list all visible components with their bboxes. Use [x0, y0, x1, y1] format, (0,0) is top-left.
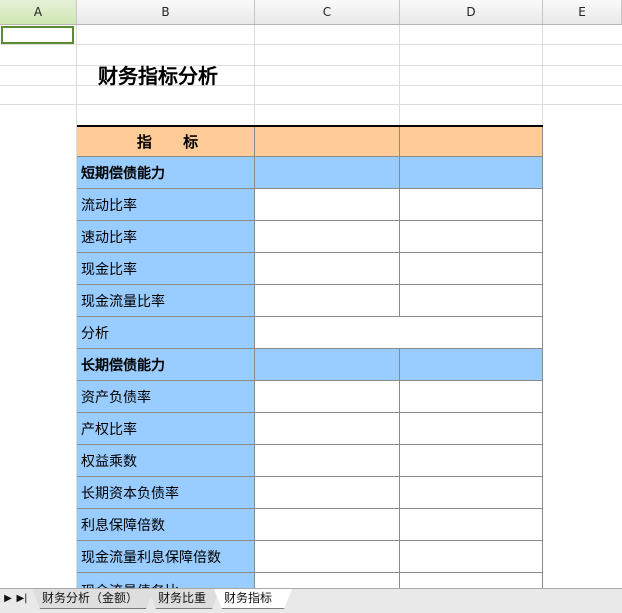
table-row-cell[interactable]	[255, 221, 400, 253]
table-row-cell[interactable]	[400, 573, 543, 588]
column-header-a[interactable]: A	[0, 0, 77, 24]
table-row-cell[interactable]	[400, 189, 543, 221]
table-row-cell[interactable]	[400, 349, 543, 381]
column-header-bar: A B C D E	[0, 0, 622, 25]
table-row-label[interactable]: 权益乘数	[77, 445, 255, 477]
table-row-label[interactable]: 现金流量利息保障倍数	[77, 541, 255, 573]
table-row-label[interactable]: 短期偿债能力	[77, 157, 255, 189]
table-row-cell[interactable]	[255, 541, 400, 573]
table-row-cell[interactable]	[255, 253, 400, 285]
sheet-grid[interactable]: 财务指标分析 指 标 短期偿债能力 流动比率 速动比率 现金比率 现金流量比率 …	[0, 25, 622, 588]
table-row-cell[interactable]	[255, 477, 400, 509]
table-row-cell[interactable]	[255, 189, 400, 221]
sheet-tab-financial-analysis[interactable]: 财务分析（金额）	[32, 589, 154, 609]
table-row-cell[interactable]	[255, 445, 400, 477]
table-row-cell[interactable]	[400, 381, 543, 413]
sheet-tab-financial-indicators[interactable]: 财务指标	[214, 589, 292, 609]
table-row-cell[interactable]	[400, 221, 543, 253]
table-row-label[interactable]: 流动比率	[77, 189, 255, 221]
table-row-label[interactable]: 分析	[77, 317, 255, 349]
table-row-cell[interactable]	[255, 413, 400, 445]
header-cell-indicator[interactable]: 指 标	[77, 127, 255, 157]
table-row-label[interactable]: 现金比率	[77, 253, 255, 285]
table-row-label[interactable]: 利息保障倍数	[77, 509, 255, 541]
active-cell-selection[interactable]	[1, 26, 74, 44]
table-row-cell[interactable]	[255, 157, 400, 189]
table-row-label[interactable]: 长期偿债能力	[77, 349, 255, 381]
table-row-cell[interactable]	[400, 253, 543, 285]
gridline	[0, 104, 622, 105]
table-row-cell[interactable]	[400, 285, 543, 317]
sheet-tab-financial-proportion[interactable]: 财务比重	[148, 589, 220, 609]
column-header-b[interactable]: B	[77, 0, 255, 24]
table-row-cell[interactable]	[400, 477, 543, 509]
header-cell-c[interactable]	[255, 127, 400, 157]
table-row-cell[interactable]	[255, 349, 400, 381]
scroll-tabs-left-icon[interactable]: ▶	[2, 592, 14, 606]
table-row-label[interactable]: 现金流量债务比	[77, 573, 255, 588]
table-row-label[interactable]: 速动比率	[77, 221, 255, 253]
table-row-label[interactable]: 资产负债率	[77, 381, 255, 413]
gridline	[0, 65, 622, 66]
table-row-cell[interactable]	[400, 413, 543, 445]
column-header-e[interactable]: E	[543, 0, 622, 24]
gridline	[0, 85, 622, 86]
sheet-title: 财务指标分析	[98, 64, 218, 88]
table-row-cell[interactable]	[400, 509, 543, 541]
table-row-cell[interactable]	[400, 445, 543, 477]
table-row-cell[interactable]	[255, 285, 400, 317]
table-row-label[interactable]: 产权比率	[77, 413, 255, 445]
column-header-c[interactable]: C	[255, 0, 400, 24]
gridline	[0, 44, 622, 45]
table-row-cell[interactable]	[400, 157, 543, 189]
table-row-cell[interactable]	[255, 573, 400, 588]
table-row-cell[interactable]	[255, 381, 400, 413]
table-row-label[interactable]: 现金流量比率	[77, 285, 255, 317]
header-cell-d[interactable]	[400, 127, 543, 157]
column-header-d[interactable]: D	[400, 0, 543, 24]
table-row-cell[interactable]	[400, 541, 543, 573]
scroll-tabs-last-icon[interactable]: ▶|	[14, 592, 30, 606]
analysis-merged-cell[interactable]	[255, 317, 543, 349]
sheet-tab-bar: ▶ ▶| 财务分析（金额） 财务比重 财务指标	[0, 588, 622, 613]
table-row-cell[interactable]	[255, 509, 400, 541]
table-row-label[interactable]: 长期资本负债率	[77, 477, 255, 509]
